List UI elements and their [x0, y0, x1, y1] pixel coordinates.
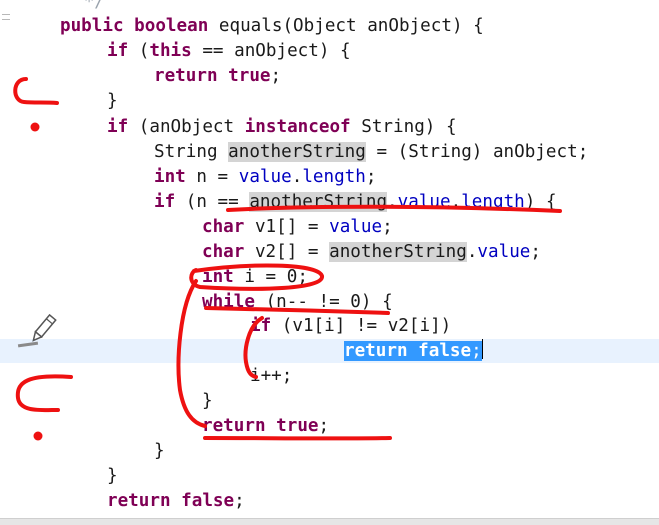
- ink-inner-bracket: [246, 318, 262, 377]
- code-editor[interactable]: */ public boolean equals(Object anObject…: [0, 0, 659, 524]
- ink-circle-int-i: [191, 266, 322, 289]
- ink-underline-while: [206, 308, 388, 313]
- ink-loop-bracket: [179, 281, 205, 426]
- ink-bracket-bottom: [18, 376, 71, 410]
- ink-dot-top: [31, 123, 40, 132]
- ink-underline-condition: [228, 207, 560, 211]
- annotation-ink-layer: [0, 0, 659, 524]
- ink-dot-bottom: [34, 432, 43, 441]
- pen-icon[interactable]: [26, 312, 60, 350]
- ink-bracket-top: [15, 79, 57, 103]
